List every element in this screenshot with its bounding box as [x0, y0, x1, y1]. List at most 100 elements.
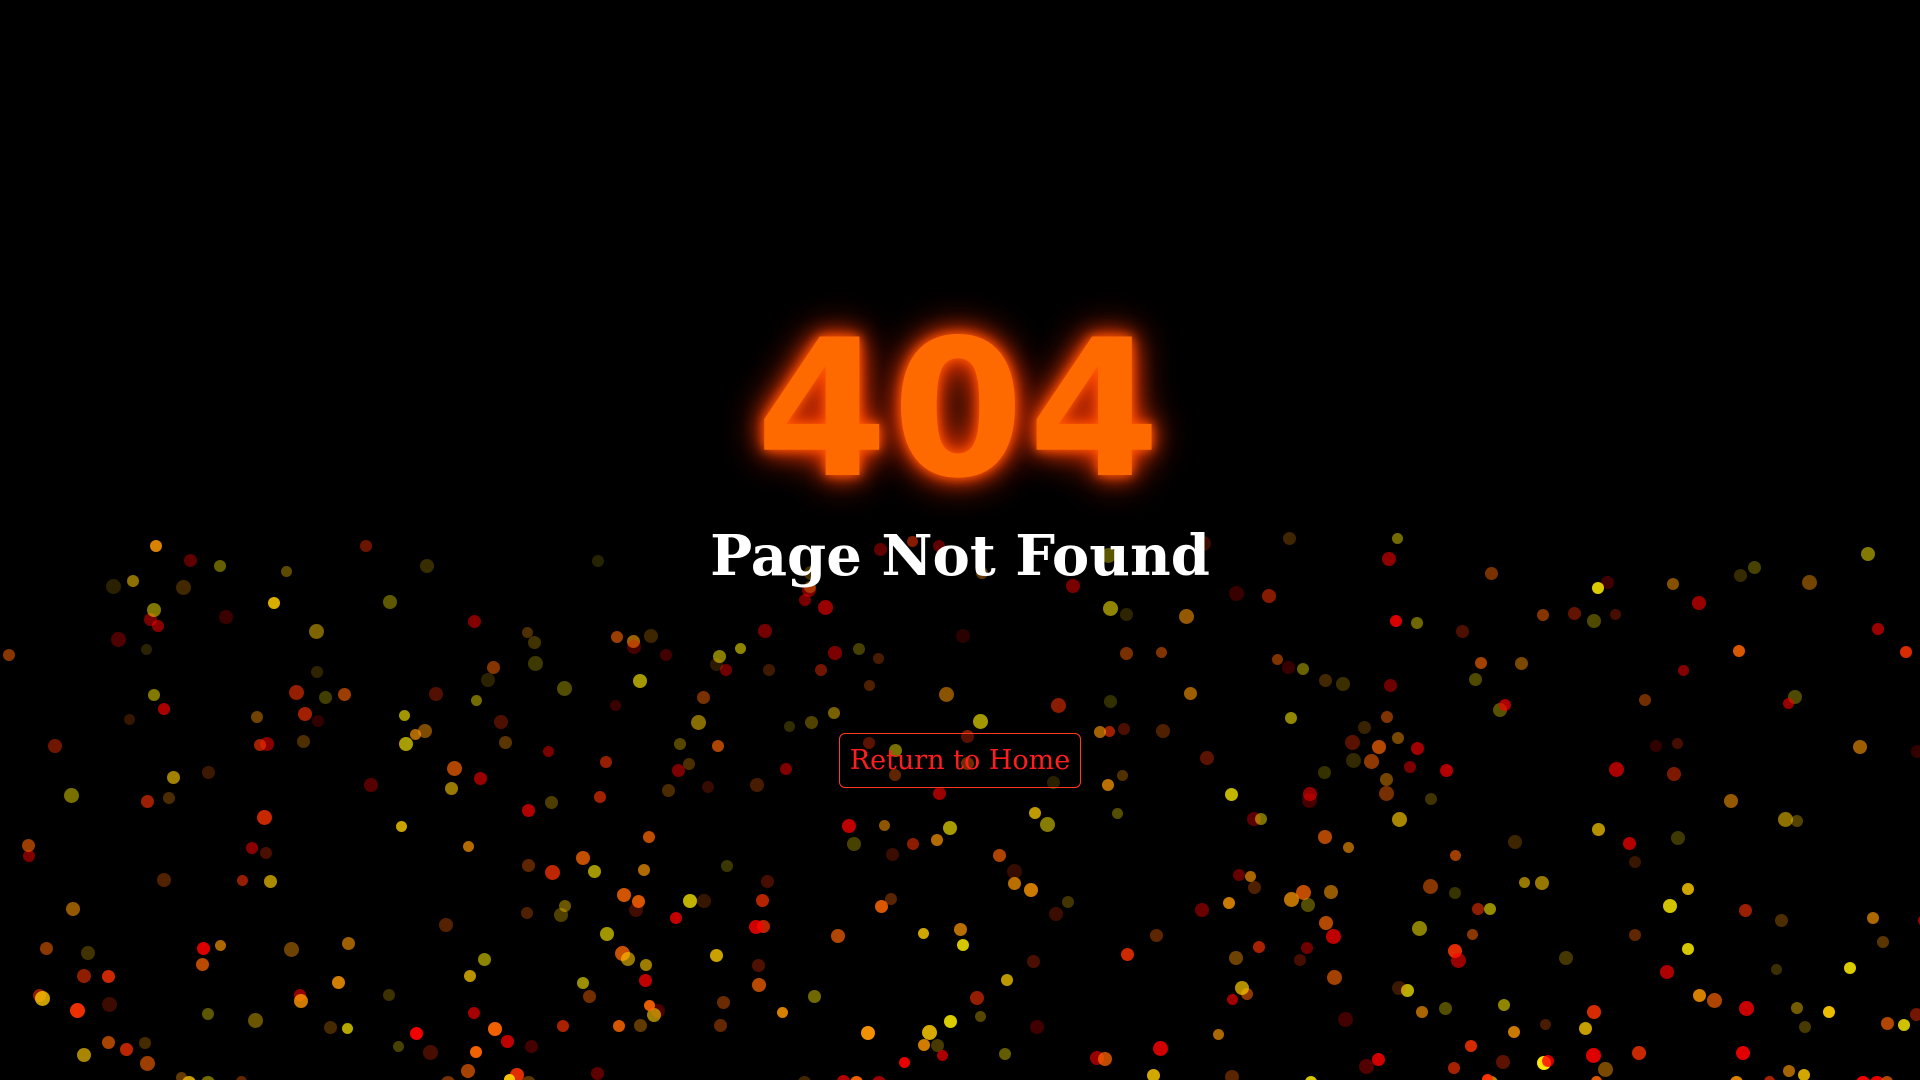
ember-particle [1425, 793, 1437, 805]
ember-particle [1364, 754, 1379, 769]
ember-particle [1911, 745, 1920, 758]
ember-particle [202, 766, 215, 779]
ember-particle [735, 643, 746, 654]
ember-particle [528, 656, 543, 671]
ember-particle [22, 839, 35, 852]
ember-particle [257, 810, 272, 825]
ember-particle [1372, 1053, 1385, 1066]
ember-particle [956, 629, 970, 643]
ember-particle [468, 615, 481, 628]
return-home-button[interactable]: Return to Home [839, 733, 1081, 788]
ember-particle [611, 631, 623, 643]
ember-particle [478, 953, 491, 966]
ember-particle [1472, 903, 1484, 915]
ember-particle [1823, 1006, 1835, 1018]
ember-particle [102, 970, 115, 983]
ember-particle [543, 746, 554, 757]
ember-particle [481, 673, 495, 687]
ember-particle [1392, 812, 1407, 827]
ember-particle [828, 707, 840, 719]
ember-particle [447, 761, 462, 776]
ember-particle [522, 804, 535, 817]
ember-particle [756, 894, 769, 907]
ember-particle [1029, 807, 1041, 819]
ember-particle [818, 600, 833, 615]
ember-particle [710, 658, 723, 671]
ember-particle [939, 687, 954, 702]
ember-particle [441, 1076, 455, 1080]
ember-particle [1856, 1076, 1870, 1080]
ember-particle [1568, 607, 1581, 620]
ember-particle [875, 900, 888, 913]
ember-particle [1537, 609, 1549, 621]
ember-particle [1147, 1069, 1160, 1080]
ember-particle [201, 1076, 215, 1080]
ember-particle [309, 624, 324, 639]
ember-particle [499, 736, 512, 749]
ember-particle [644, 1000, 655, 1011]
ember-particle [494, 715, 508, 729]
ember-particle [158, 703, 170, 715]
ember-particle [750, 778, 764, 792]
ember-particle [48, 739, 62, 753]
ember-particle [1448, 1062, 1460, 1074]
ember-particle [393, 1041, 404, 1052]
ember-particle [576, 851, 590, 865]
ember-particle [1449, 887, 1461, 899]
ember-particle [141, 795, 154, 808]
ember-particle [1592, 823, 1605, 836]
ember-particle [410, 1027, 423, 1040]
ember-particle [1775, 914, 1788, 927]
ember-particle [1867, 912, 1879, 924]
ember-particle [1475, 657, 1487, 669]
ember-particle [583, 990, 596, 1003]
ember-particle [1225, 788, 1238, 801]
ember-particle [1465, 1040, 1477, 1052]
ember-particle [662, 784, 675, 797]
ember-particle [1439, 1002, 1452, 1015]
ember-particle [1285, 712, 1297, 724]
ember-particle [383, 595, 397, 609]
ember-particle [1049, 907, 1063, 921]
ember-particle [937, 1050, 948, 1061]
ember-particle [752, 978, 766, 992]
ember-particle [1255, 813, 1267, 825]
ember-particle [1319, 916, 1333, 930]
ember-particle [251, 711, 263, 723]
ember-particle [1456, 625, 1469, 638]
ember-particle [957, 939, 969, 951]
ember-particle [1229, 951, 1243, 965]
ember-particle [1213, 1029, 1224, 1040]
ember-particle [1200, 751, 1214, 765]
ember-particle [1498, 999, 1510, 1011]
ember-particle [111, 632, 126, 647]
ember-particle [1121, 948, 1134, 961]
ember-particle [1225, 1070, 1239, 1080]
ember-particle [660, 649, 672, 661]
ember-particle [758, 624, 772, 638]
ember-particle [1598, 1062, 1613, 1077]
ember-particle [749, 920, 763, 934]
ember-particle [1609, 762, 1624, 777]
ember-particle [140, 1056, 155, 1071]
ember-particle [202, 1008, 214, 1020]
ember-particle [554, 908, 568, 922]
ember-particle [918, 928, 929, 939]
ember-particle [1001, 974, 1013, 986]
ember-particle [297, 735, 310, 748]
ember-particle [1682, 943, 1694, 955]
ember-particle [1359, 1059, 1374, 1074]
ember-particle [1233, 869, 1245, 881]
ember-particle [672, 764, 685, 777]
ember-particle [324, 1021, 337, 1034]
ember-particle [1153, 1041, 1168, 1056]
ember-particle [260, 847, 272, 859]
ember-particle [873, 653, 884, 664]
ember-particle [1345, 735, 1360, 750]
ember-particle [1051, 698, 1066, 713]
ember-particle [1540, 1019, 1551, 1030]
ember-particle [1411, 742, 1424, 755]
ember-particle [1900, 646, 1912, 658]
ember-particle [907, 838, 919, 850]
ember-particle [617, 888, 631, 902]
